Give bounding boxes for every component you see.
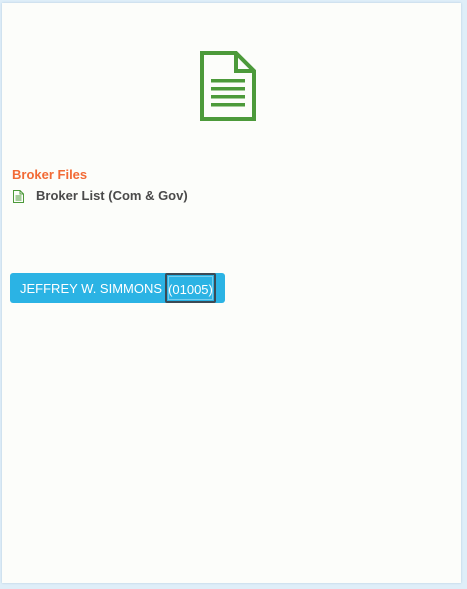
document-icon: [200, 51, 256, 121]
document-small-icon: [13, 189, 24, 203]
broker-list-label: Broker List (Com & Gov): [36, 188, 188, 203]
broker-files-title: Broker Files: [12, 167, 88, 182]
main-panel: Broker Files Broker List (Com & Gov) JEF…: [2, 3, 461, 583]
broker-list-link[interactable]: Broker List (Com & Gov): [13, 187, 188, 205]
broker-code[interactable]: (01005): [165, 273, 216, 303]
broker-button[interactable]: JEFFREY W. SIMMONS (01005): [10, 273, 225, 303]
broker-name: JEFFREY W. SIMMONS: [20, 280, 163, 296]
